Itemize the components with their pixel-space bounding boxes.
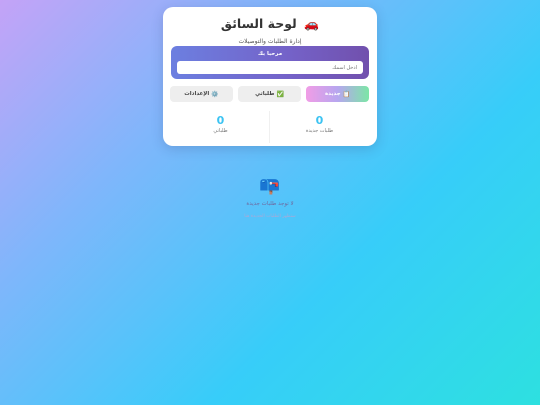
page-title-text: لوحة السائق — [220, 16, 297, 31]
tab-settings-label: الإعدادات — [184, 91, 210, 97]
clipboard-icon: 📋 — [342, 90, 351, 98]
welcome-label: مرحبا بك — [257, 51, 283, 57]
tab-new-orders[interactable]: 📋 جديدة — [306, 86, 369, 102]
tab-bar: 📋 جديدة ✅ طلباتي ⚙️ الإعدادات — [170, 86, 369, 102]
driver-dashboard-card: 🚗 لوحة السائق إدارة الطلبات والتوصيلات م… — [163, 7, 377, 146]
stat-new-orders: 0 طلبات جديدة — [269, 111, 369, 143]
check-mark-icon: ✅ — [276, 90, 284, 98]
car-icon: 🚗 — [304, 17, 320, 31]
tab-my-orders[interactable]: ✅ طلباتي — [238, 86, 301, 102]
stat-new-orders-label: طلبات جديدة — [305, 128, 334, 134]
empty-state-hint: ستظهر الطلبات الجديدة هنا — [244, 214, 296, 219]
empty-state: 📪 لا توجد طلبات جديدة ستظهر الطلبات الجد… — [0, 176, 540, 219]
empty-state-title: لا توجد طلبات جديدة — [246, 201, 294, 207]
page-subtitle: إدارة الطلبات والتوصيلات — [238, 38, 302, 45]
tab-my-orders-label: طلباتي — [255, 91, 275, 97]
welcome-panel: مرحبا بك — [171, 46, 369, 79]
stat-my-orders-label: طلباتي — [213, 128, 228, 134]
gear-icon: ⚙️ — [211, 90, 219, 98]
tab-new-orders-label: جديدة — [324, 91, 341, 97]
tab-settings[interactable]: ⚙️ الإعدادات — [170, 86, 233, 102]
stat-new-orders-value: 0 — [315, 114, 324, 127]
stats-row: 0 طلبات جديدة 0 طلباتي — [171, 111, 369, 143]
stat-my-orders: 0 طلباتي — [171, 111, 270, 143]
page-title: 🚗 لوحة السائق — [163, 16, 377, 31]
stat-my-orders-value: 0 — [216, 114, 225, 127]
mailbox-icon: 📪 — [259, 176, 281, 196]
driver-name-input[interactable] — [177, 61, 363, 74]
